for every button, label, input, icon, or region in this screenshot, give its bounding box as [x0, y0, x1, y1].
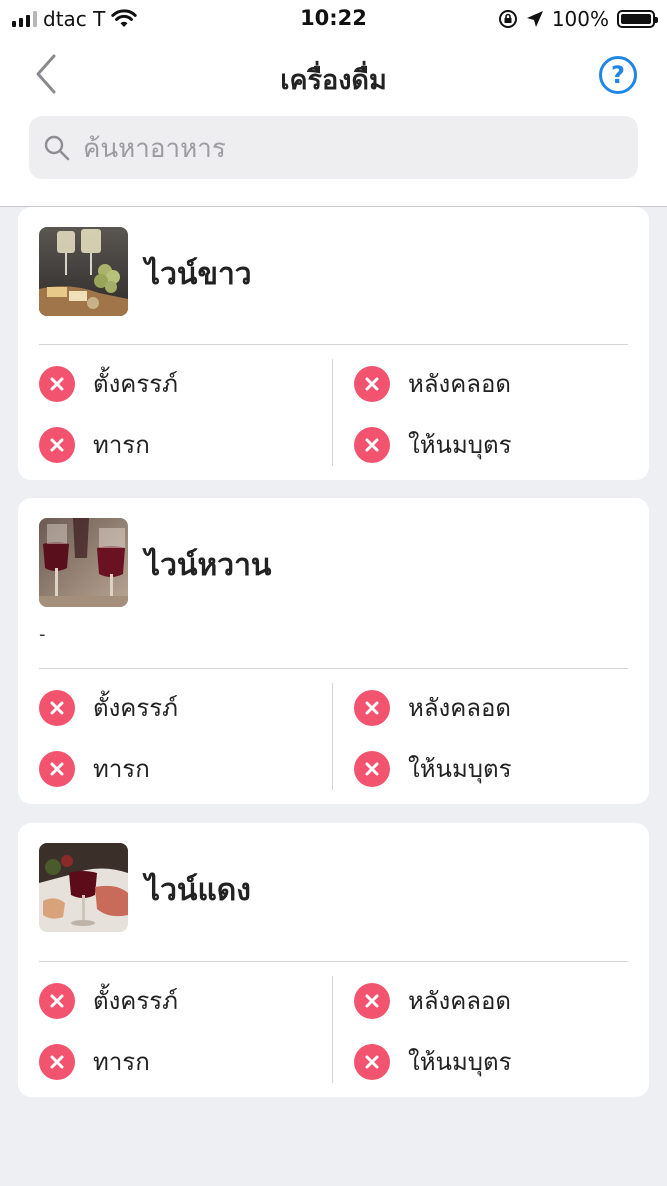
card-divider: [39, 344, 628, 345]
search-bar[interactable]: [29, 116, 638, 181]
status-bar-right: 100%: [498, 7, 658, 31]
status-breastfeeding: ให้นมบุตร: [354, 1042, 511, 1081]
status-label: ให้นมบุตร: [408, 755, 512, 783]
card-column-divider: [332, 683, 333, 790]
card-column-divider: [332, 359, 333, 466]
status-breastfeeding: ให้นมบุตร: [354, 749, 511, 788]
drink-name: ไวน์หวาน: [145, 548, 272, 583]
question-icon: ?: [611, 61, 625, 89]
status-label: ตั้งครรภ์: [93, 694, 178, 722]
drink-card[interactable]: ไวน์ขาว ตั้งครรภ์ หลังคลอด ทารก ให้นมบุต…: [18, 207, 649, 480]
x-circle-icon: [39, 982, 75, 1019]
drink-name: ไวน์ขาว: [145, 257, 252, 292]
help-button[interactable]: ?: [599, 56, 637, 94]
card-divider: [39, 961, 628, 962]
status-label: หลังคลอด: [408, 370, 512, 398]
status-label: ตั้งครรภ์: [93, 370, 178, 398]
status-baby: ทารก: [39, 425, 150, 464]
x-circle-icon: [39, 1043, 75, 1080]
x-circle-icon: [354, 750, 390, 787]
page-title: เครื่องดื่ม: [280, 65, 387, 96]
nav-bar: เครื่องดื่ม ?: [0, 40, 667, 207]
battery-icon: [617, 10, 658, 28]
drink-image: [39, 843, 128, 932]
x-circle-icon: [39, 365, 75, 402]
drink-name: ไวน์แดง: [145, 873, 251, 908]
x-circle-icon: [354, 426, 390, 463]
x-circle-icon: [354, 689, 390, 726]
x-circle-icon: [39, 426, 75, 463]
status-bar: dtac T 10:22 100%: [0, 0, 667, 40]
x-circle-icon: [354, 1043, 390, 1080]
status-pregnant: ตั้งครรภ์: [39, 364, 178, 403]
search-icon: [44, 135, 70, 161]
status-label: ให้นมบุตร: [408, 431, 512, 459]
status-postpartum: หลังคลอด: [354, 688, 511, 727]
location-arrow-icon: [526, 11, 543, 27]
x-circle-icon: [354, 982, 390, 1019]
card-divider: [39, 668, 628, 669]
x-circle-icon: [354, 365, 390, 402]
drink-description: -: [39, 624, 46, 645]
status-label: ทารก: [93, 1048, 150, 1076]
card-column-divider: [332, 976, 333, 1083]
status-pregnant: ตั้งครรภ์: [39, 981, 178, 1020]
status-baby: ทารก: [39, 1042, 150, 1081]
status-postpartum: หลังคลอด: [354, 981, 511, 1020]
status-baby: ทารก: [39, 749, 150, 788]
drink-card[interactable]: ไวน์แดง ตั้งครรภ์ หลังคลอด ทารก ให้นมบุต…: [18, 823, 649, 1097]
status-breastfeeding: ให้นมบุตร: [354, 425, 511, 464]
battery-percent: 100%: [551, 7, 609, 31]
drink-card[interactable]: ไวน์หวาน - ตั้งครรภ์ หลังคลอด ทารก ให้นม…: [18, 498, 649, 804]
x-circle-icon: [39, 750, 75, 787]
x-circle-icon: [39, 689, 75, 726]
status-label: หลังคลอด: [408, 987, 512, 1015]
orientation-lock-icon: [498, 10, 517, 28]
status-label: ทารก: [93, 755, 150, 783]
status-postpartum: หลังคลอด: [354, 364, 511, 403]
status-label: ให้นมบุตร: [408, 1048, 512, 1076]
status-label: หลังคลอด: [408, 694, 512, 722]
search-input[interactable]: [81, 116, 625, 181]
status-pregnant: ตั้งครรภ์: [39, 688, 178, 727]
drink-image: [39, 227, 128, 316]
drink-image: [39, 518, 128, 607]
status-label: ทารก: [93, 431, 150, 459]
status-label: ตั้งครรภ์: [93, 987, 178, 1015]
